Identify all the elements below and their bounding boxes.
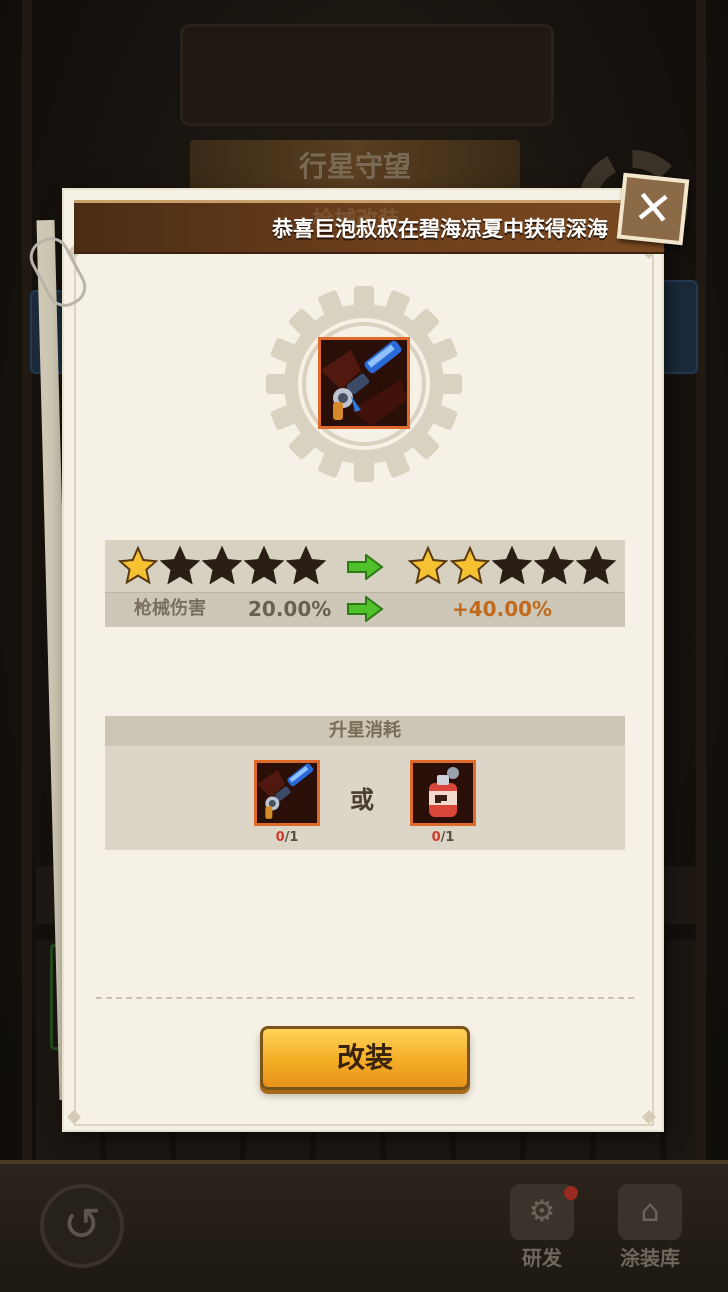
star-filled-icon — [119, 547, 157, 584]
stat-current-value: 20.00% — [248, 597, 332, 621]
announcement-text: 恭喜巨泡叔叔在碧海凉夏中获得深海 — [272, 217, 608, 241]
background-top-panel — [180, 24, 554, 126]
current-stars — [118, 546, 326, 586]
back-arrow-icon: ↺ — [62, 1197, 102, 1251]
star-filled-icon — [409, 547, 447, 584]
arrow-right-icon — [347, 596, 384, 622]
divider — [96, 997, 634, 999]
research-label: 研发 — [522, 1246, 562, 1270]
paint-library-label: 涂装库 — [620, 1246, 680, 1270]
star-empty-icon — [161, 547, 199, 584]
next-stars — [408, 546, 616, 586]
stat-next-value: +40.00% — [452, 597, 553, 621]
house-icon: ⌂ — [618, 1184, 682, 1240]
or-label: 或 — [350, 786, 374, 814]
announcement-banner: 枪械改装 恭喜巨泡叔叔在碧海凉夏中获得深海 — [74, 200, 664, 254]
star-empty-icon — [287, 547, 325, 584]
paint-library-button[interactable]: ⌂ 涂装库 — [604, 1184, 696, 1272]
blue-blaster-gun-icon — [321, 340, 407, 426]
cost-item-blaster[interactable] — [254, 760, 320, 826]
stat-label: 枪械伤害 — [134, 598, 206, 619]
arrow-right-icon — [347, 554, 384, 580]
star-filled-icon — [451, 547, 489, 584]
back-button[interactable]: ↺ — [40, 1184, 124, 1268]
cost-title: 升星消耗 — [105, 716, 625, 746]
star-empty-icon — [245, 547, 283, 584]
cost-item-canister[interactable] — [410, 760, 476, 826]
modify-button[interactable]: 改装 — [260, 1026, 470, 1090]
red-spray-canister-icon — [413, 763, 473, 823]
close-button[interactable]: ✕ — [616, 172, 690, 246]
blue-blaster-gun-icon — [257, 763, 317, 823]
notification-dot — [564, 1186, 578, 1200]
close-icon: ✕ — [631, 179, 676, 237]
cost-item-count: 0/1 — [275, 830, 299, 845]
star-empty-icon — [493, 547, 531, 584]
star-empty-icon — [203, 547, 241, 584]
background-title: 行星守望 — [298, 150, 411, 183]
star-empty-icon — [577, 547, 615, 584]
cost-item-count: 0/1 — [431, 830, 455, 845]
star-empty-icon — [535, 547, 573, 584]
